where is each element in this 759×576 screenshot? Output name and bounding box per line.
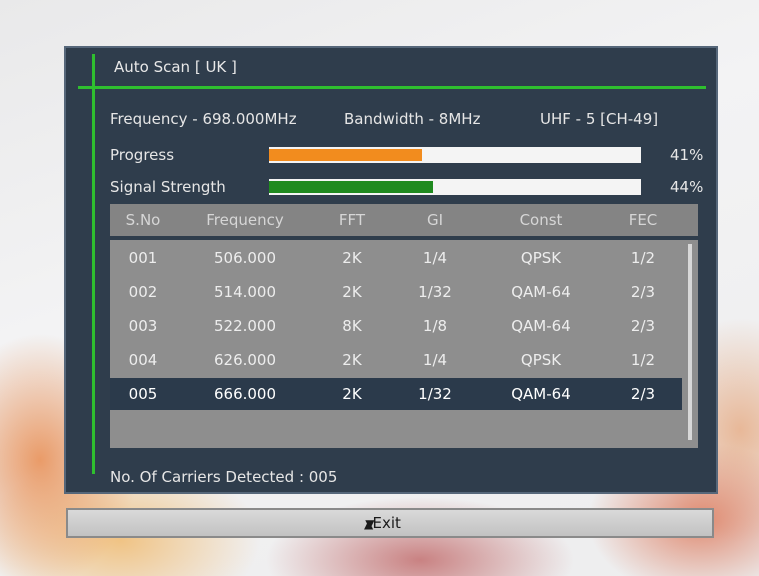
table-row-selected[interactable]: 005 666.000 2K 1/32 QAM-64 2/3 <box>110 378 682 410</box>
cell-const: QAM-64 <box>511 385 571 403</box>
cell-frequency: 522.000 <box>213 317 277 335</box>
green-horizontal-divider <box>78 86 706 89</box>
cell-const: QAM-64 <box>511 283 571 301</box>
dialog-title: Auto Scan [ UK ] <box>114 58 237 76</box>
header-frequency: Frequency <box>206 211 284 229</box>
cell-const: QPSK <box>520 351 562 369</box>
cell-sno: 003 <box>128 317 158 335</box>
cell-fec: 2/3 <box>630 385 656 403</box>
scrollbar[interactable] <box>688 244 692 440</box>
cell-gi: 1/32 <box>418 385 452 403</box>
cell-frequency: 626.000 <box>213 351 277 369</box>
progress-percent: 41% <box>670 146 704 164</box>
cell-sno: 001 <box>128 249 158 267</box>
table-row[interactable]: 001 506.000 2K 1/4 QPSK 1/2 <box>110 242 682 274</box>
header-fft: FFT <box>338 211 366 229</box>
progress-bar <box>269 147 641 163</box>
cell-frequency: 506.000 <box>213 249 277 267</box>
cell-fec: 1/2 <box>630 351 656 369</box>
cell-gi: 1/4 <box>422 249 448 267</box>
table-row[interactable]: 004 626.000 2K 1/4 QPSK 1/2 <box>110 344 682 376</box>
header-const: Const <box>519 211 563 229</box>
signal-strength-bar-fill <box>269 181 433 193</box>
cell-fec: 2/3 <box>630 283 656 301</box>
cell-sno: 002 <box>128 283 158 301</box>
cell-frequency: 666.000 <box>213 385 277 403</box>
cell-gi: 1/32 <box>418 283 452 301</box>
cell-fft: 2K <box>342 283 362 301</box>
signal-strength-label: Signal Strength <box>110 178 226 196</box>
signal-strength-percent: 44% <box>670 178 704 196</box>
cell-const: QPSK <box>520 249 562 267</box>
auto-scan-dialog: Auto Scan [ UK ] Frequency - 698.000MHz … <box>64 46 718 494</box>
exit-bar[interactable]: ▲▼ Exit <box>66 508 714 538</box>
signal-strength-bar <box>269 179 641 195</box>
progress-bar-fill <box>269 149 422 161</box>
cell-fft: 8K <box>342 317 362 335</box>
green-vertical-divider <box>92 54 95 474</box>
bandwidth-info: Bandwidth - 8MHz <box>344 110 481 128</box>
frequency-info: Frequency - 698.000MHz <box>110 110 297 128</box>
progress-label: Progress <box>110 146 175 164</box>
cell-gi: 1/4 <box>422 351 448 369</box>
table-row[interactable]: 002 514.000 2K 1/32 QAM-64 2/3 <box>110 276 682 308</box>
table-row[interactable]: 003 522.000 8K 1/8 QAM-64 2/3 <box>110 310 682 342</box>
carriers-detected-text: No. Of Carriers Detected : 005 <box>110 468 338 486</box>
up-down-arrows-icon: ▲▼ <box>364 517 376 531</box>
cell-sno: 005 <box>128 385 158 403</box>
cell-gi: 1/8 <box>422 317 448 335</box>
cell-sno: 004 <box>128 351 158 369</box>
cell-const: QAM-64 <box>511 317 571 335</box>
cell-fec: 1/2 <box>630 249 656 267</box>
header-fec: FEC <box>628 211 658 229</box>
cell-fft: 2K <box>342 351 362 369</box>
exit-button[interactable]: ▲▼ Exit <box>364 514 401 532</box>
header-sno: S.No <box>125 211 161 229</box>
cell-frequency: 514.000 <box>213 283 277 301</box>
table-header: S.No Frequency FFT GI Const FEC <box>110 204 698 236</box>
table-body: 001 506.000 2K 1/4 QPSK 1/2 002 514.000 … <box>110 240 698 448</box>
exit-label: Exit <box>372 514 401 532</box>
carrier-table: S.No Frequency FFT GI Const FEC 001 506.… <box>110 204 700 448</box>
cell-fec: 2/3 <box>630 317 656 335</box>
channel-info: UHF - 5 [CH-49] <box>540 110 659 128</box>
cell-fft: 2K <box>342 385 362 403</box>
header-gi: GI <box>426 211 444 229</box>
cell-fft: 2K <box>342 249 362 267</box>
